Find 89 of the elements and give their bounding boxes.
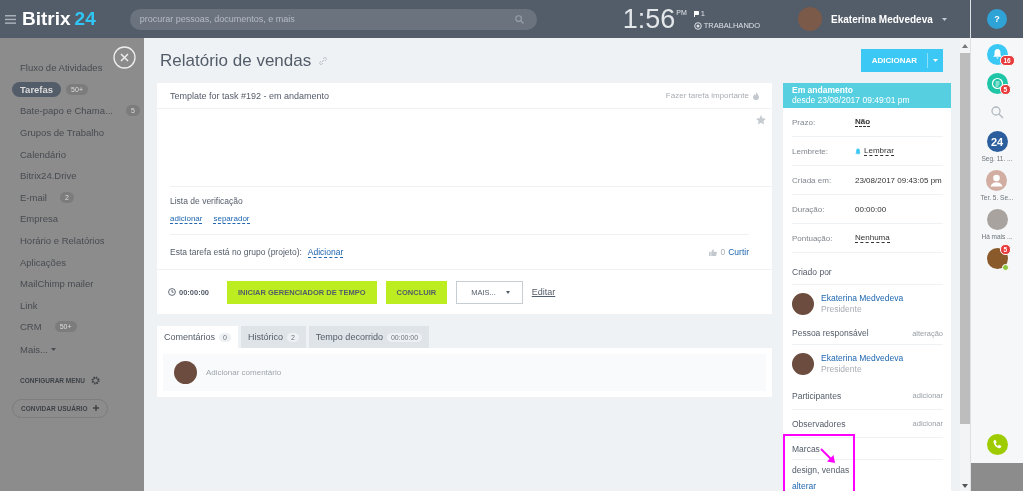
avatar[interactable]	[986, 209, 1008, 230]
search-field[interactable]: procurar pessoas, documentos, e mais	[129, 8, 537, 30]
person-name[interactable]: Ekaterina Medvedeva	[821, 293, 904, 303]
edit-link[interactable]: Editar	[531, 287, 556, 297]
field-value[interactable]: Não	[855, 117, 871, 127]
menu-item[interactable]: Horário e Relatórios	[12, 233, 113, 249]
edit-tags-link[interactable]: alterar	[792, 481, 817, 491]
field-value: 23/08/2017 09:43:05 pm	[855, 175, 942, 185]
person-name[interactable]: Ekaterina Medvedeva	[821, 353, 904, 363]
caret-icon	[941, 17, 947, 21]
menu-item[interactable]: Bate-papo e Chama...	[12, 103, 121, 119]
menu-item[interactable]: E-mail	[12, 189, 55, 205]
section-title: Criado por	[792, 267, 832, 277]
caret-icon	[933, 59, 938, 62]
field-label: Duração:	[792, 204, 826, 214]
reminder-link[interactable]: Lembrar	[864, 146, 894, 156]
menu-item[interactable]: Empresa	[12, 211, 66, 227]
section-title: Marcas	[792, 443, 820, 454]
menu-item[interactable]: MailChimp mailer	[12, 276, 102, 292]
annotation-arrow	[820, 448, 835, 463]
plus-icon	[93, 405, 100, 412]
logo-text: Bitrix	[22, 8, 71, 30]
bell-icon	[855, 147, 861, 155]
menu-item[interactable]: Aplicações	[12, 254, 74, 270]
dimmed-overlay	[971, 463, 1023, 491]
menu-item[interactable]: Calendário	[12, 146, 74, 162]
avatar	[174, 361, 197, 384]
thumbs-up-icon	[709, 248, 718, 256]
user-name[interactable]: Ekaterina Medvedeva	[831, 13, 933, 25]
section-title: Participantes	[792, 390, 842, 401]
more-menu-item[interactable]: Mais...	[20, 344, 48, 356]
gear-icon	[91, 375, 100, 385]
page-title: Relatório de vendas	[160, 50, 312, 71]
add-button[interactable]: ADICIONAR	[860, 49, 943, 72]
important-link[interactable]: Fazer tarefa importante	[665, 91, 749, 100]
like-link[interactable]: Curtir	[728, 247, 749, 257]
calendar-avatar[interactable]: 24	[986, 131, 1008, 152]
project-label: Esta tarefa está no grupo (projeto):	[170, 247, 302, 257]
comment-field[interactable]: Adicionar comentário	[163, 354, 766, 391]
arrow-up-icon	[962, 44, 968, 48]
clock-time: 1:56	[622, 4, 676, 34]
person-role: Presidente	[821, 364, 863, 374]
menu-item[interactable]: Link	[12, 297, 46, 313]
menu-item[interactable]: Bitrix24.Drive	[12, 168, 85, 184]
clock-icon	[168, 288, 176, 296]
status-icon	[693, 21, 702, 30]
status-title: Em andamento	[792, 86, 854, 96]
field-label: Lembrete:	[792, 146, 830, 156]
checklist-link[interactable]: adicionar	[170, 214, 203, 224]
scrollbar-thumb[interactable]	[960, 53, 970, 424]
task-subtitle: Template for task #192 - em andamento	[170, 90, 330, 101]
avatar	[792, 352, 814, 375]
chat-icon[interactable]	[986, 73, 1008, 94]
person-role: Presidente	[821, 304, 863, 314]
close-icon[interactable]	[113, 46, 136, 69]
link-icon	[319, 56, 328, 65]
caret-icon	[505, 290, 510, 294]
field-value[interactable]: Nenhuma	[855, 233, 890, 243]
menu-item[interactable]: CRM	[12, 319, 50, 335]
help-button[interactable]: ?	[987, 9, 1007, 29]
menu-item[interactable]: Fluxo de Atividades	[12, 60, 111, 76]
phone-icon[interactable]	[986, 434, 1008, 455]
add-project-link[interactable]: Adicionar	[307, 246, 344, 258]
flame-icon	[753, 91, 759, 100]
comment-placeholder: Adicionar comentário	[206, 368, 282, 377]
logo-number: 24	[74, 8, 96, 30]
menu-item[interactable]: Tarefas	[12, 81, 62, 97]
avatar[interactable]	[986, 248, 1008, 269]
section-title: Pessoa responsável	[792, 328, 869, 338]
field-label: Pontuação:	[792, 233, 834, 243]
flag-icon	[693, 10, 699, 17]
status-since: desde 23/08/2017 09:49:01 pm	[792, 94, 910, 105]
star-icon[interactable]	[756, 115, 766, 125]
checklist-title: Lista de verificação	[170, 196, 244, 206]
avatar	[792, 292, 814, 315]
arrow-down-icon	[962, 484, 968, 488]
like-count: 0	[720, 247, 726, 257]
menu-item[interactable]: Grupos de Trabalho	[12, 125, 112, 141]
section-title: Observadores	[792, 418, 846, 429]
menu-icon[interactable]	[5, 14, 16, 24]
checklist-link[interactable]: separador	[213, 214, 250, 224]
scrollbar[interactable]	[960, 44, 970, 488]
tags-value: design, vendas	[792, 465, 851, 475]
field-label: Prazo:	[792, 117, 817, 127]
user-avatar	[798, 7, 823, 31]
field-label: Criada em:	[792, 175, 833, 185]
user-icon[interactable]	[986, 170, 1008, 191]
field-value: 00:00:00	[855, 204, 887, 214]
caret-icon	[51, 348, 56, 352]
